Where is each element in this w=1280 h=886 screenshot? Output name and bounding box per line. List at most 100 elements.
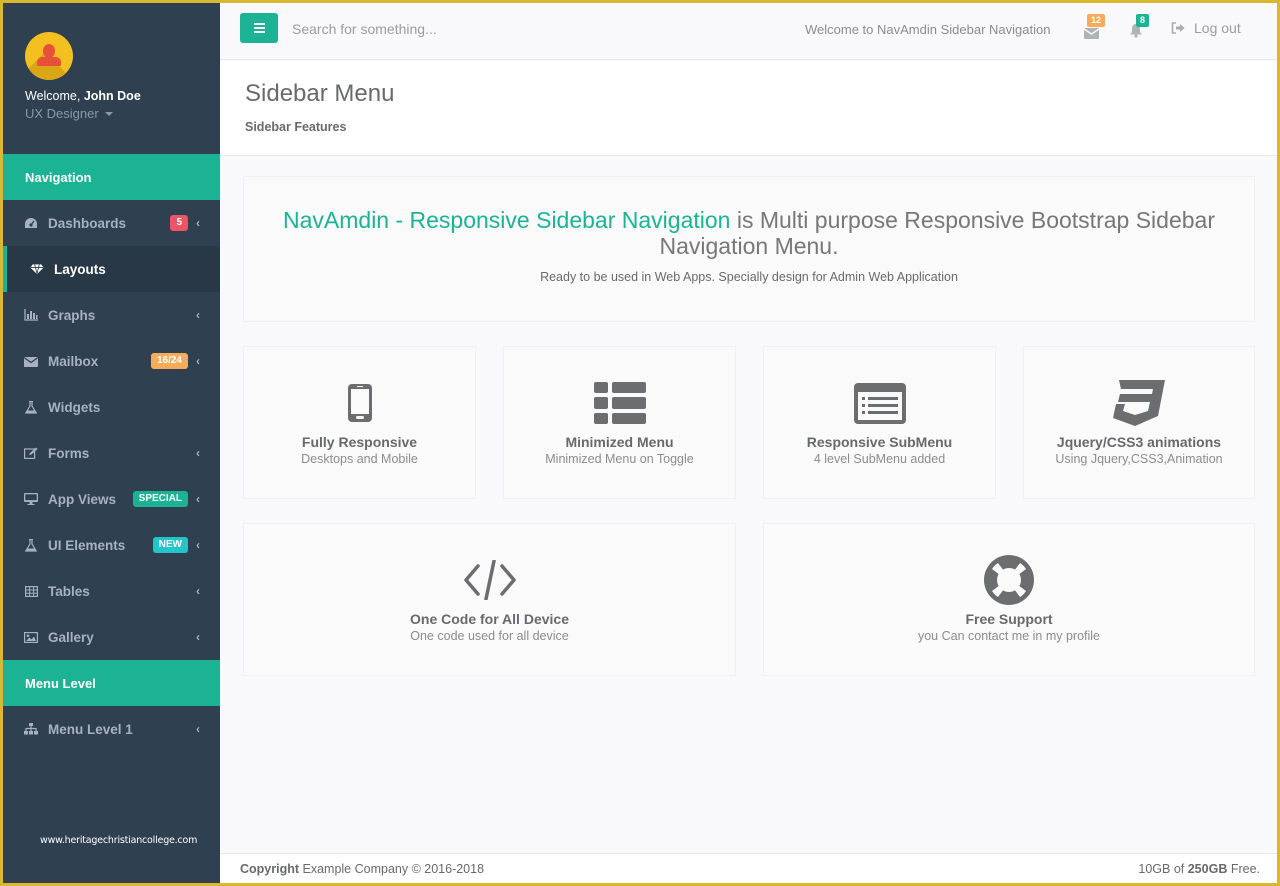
chevron-left-icon: ‹: [196, 446, 200, 460]
css3-icon: [1113, 380, 1165, 426]
feature-title: One Code for All Device: [410, 611, 569, 627]
sidebar-item-graphs[interactable]: Graphs ‹: [3, 292, 220, 338]
sidebar: Welcome, John Doe UX Designer Navigation…: [3, 3, 220, 883]
chevron-left-icon: ‹: [196, 354, 200, 368]
feature-desc: 4 level SubMenu added: [813, 452, 946, 466]
sidebar-item-badge: 5: [170, 215, 188, 231]
sidebar-section-header: Navigation: [3, 154, 220, 200]
messages-count-badge: 12: [1087, 14, 1106, 27]
bar-chart-icon: [24, 308, 38, 322]
sidebar-item-layouts[interactable]: Layouts: [3, 246, 220, 292]
sidebar-item-forms[interactable]: Forms ‹: [3, 430, 220, 476]
sidebar-item-mailbox[interactable]: Mailbox 16/24 ‹: [3, 338, 220, 384]
mobile-icon: [347, 384, 372, 422]
sitemap-icon: [24, 722, 38, 736]
search-input[interactable]: [292, 16, 592, 42]
th-list-icon: [593, 382, 646, 424]
flask-icon: [24, 400, 38, 414]
picture-icon: [24, 630, 38, 644]
envelope-icon: [24, 354, 38, 368]
profile-block: Welcome, John Doe UX Designer: [3, 3, 220, 154]
feature-card: One Code for All Device One code used fo…: [243, 523, 736, 676]
feature-desc: Desktops and Mobile: [301, 452, 418, 466]
sidebar-item-badge: 16/24: [150, 353, 188, 369]
feature-title: Responsive SubMenu: [806, 434, 953, 450]
life-ring-icon: [984, 555, 1034, 605]
chevron-left-icon: ‹: [196, 722, 200, 736]
avatar[interactable]: [25, 32, 73, 80]
topbar: Welcome to NavAmdin Sidebar Navigation 1…: [220, 3, 1277, 60]
desktop-icon: [24, 492, 38, 506]
notifications-count-badge: 8: [1136, 14, 1150, 27]
sidebar-item-label: Layouts: [54, 261, 106, 277]
sidebar-item-label: Tables: [48, 583, 90, 599]
sidebar-item-label: Graphs: [48, 307, 96, 323]
feature-card: Free Support you Can contact me in my pr…: [763, 523, 1255, 676]
profile-role-dropdown[interactable]: UX Designer: [25, 106, 220, 121]
watermark: www.heritagechristiancollege.com: [40, 835, 198, 846]
feature-desc: One code used for all device: [410, 629, 569, 643]
sidebar-item-label: UI Elements: [48, 537, 126, 553]
dashboard-icon: [24, 216, 38, 230]
edit-icon: [24, 446, 38, 460]
hero-title-accent: NavAmdin - Responsive Sidebar Navigation: [283, 207, 731, 233]
list-alt-icon: [853, 382, 906, 424]
diamond-icon: [30, 262, 44, 276]
profile-welcome: Welcome, John Doe: [25, 89, 141, 103]
caret-down-icon: [104, 111, 113, 116]
sidebar-item-label: Forms: [48, 445, 90, 461]
profile-role: UX Designer: [25, 106, 99, 121]
sidebar-item-menu-level-1[interactable]: Menu Level 1 ‹: [3, 706, 220, 752]
sidebar-item-label: Menu Level 1: [48, 721, 133, 737]
sidebar-item-dashboards[interactable]: Dashboards 5 ‹: [3, 200, 220, 246]
sidebar-menu: Navigation Dashboards 5 ‹ Layouts Graphs ‹ Mail…: [3, 154, 220, 752]
profile-name: John Doe: [83, 89, 141, 103]
chevron-left-icon: ‹: [196, 492, 200, 506]
logout-label: Log out: [1194, 20, 1241, 36]
chevron-left-icon: ‹: [196, 308, 200, 322]
hero-title: NavAmdin - Responsive Sidebar Navigation…: [244, 207, 1254, 259]
chevron-left-icon: ‹: [196, 630, 200, 644]
sidebar-item-app-views[interactable]: App Views SPECIAL ‹: [3, 476, 220, 522]
sidebar-item-label: Widgets: [48, 399, 101, 415]
app-frame: Welcome, John Doe UX Designer Navigation…: [3, 3, 1277, 883]
sidebar-item-badge: SPECIAL: [132, 491, 188, 507]
page-heading: Sidebar Menu Sidebar Features: [220, 61, 1277, 156]
feature-desc: Minimized Menu on Toggle: [545, 452, 694, 466]
code-icon: [463, 560, 516, 600]
hero-panel: NavAmdin - Responsive Sidebar Navigation…: [243, 176, 1255, 322]
logout-button[interactable]: Log out: [1171, 20, 1241, 36]
chevron-left-icon: ‹: [196, 216, 200, 230]
feature-card: Responsive SubMenu 4 level SubMenu added: [763, 346, 996, 499]
chevron-left-icon: ‹: [196, 584, 200, 598]
sidebar-item-ui-elements[interactable]: UI Elements NEW ‹: [3, 522, 220, 568]
sidebar-item-label: App Views: [48, 491, 117, 507]
flask-icon: [24, 538, 38, 552]
envelope-icon: [1083, 28, 1100, 39]
hero-description: Ready to be used in Web Apps. Specially …: [540, 270, 958, 284]
sidebar-section-header: Menu Level: [3, 660, 220, 706]
footer-storage: 10GB of 250GB Free.: [1138, 861, 1260, 876]
feature-desc: Using Jquery,CSS3,Animation: [1055, 452, 1223, 466]
sidebar-item-gallery[interactable]: Gallery ‹: [3, 614, 220, 660]
sidebar-item-label: Gallery: [48, 629, 94, 645]
top-welcome-text: Welcome to NavAmdin Sidebar Navigation: [805, 22, 1051, 37]
feature-card: Jquery/CSS3 animations Using Jquery,CSS3…: [1023, 346, 1255, 499]
feature-title: Minimized Menu: [565, 434, 674, 450]
menu-toggle-button[interactable]: [240, 13, 278, 43]
sidebar-item-badge: NEW: [152, 537, 188, 553]
sidebar-item-tables[interactable]: Tables ‹: [3, 568, 220, 614]
feature-title: Free Support: [965, 611, 1053, 627]
feature-title: Jquery/CSS3 animations: [1056, 434, 1222, 450]
sidebar-item-widgets[interactable]: Widgets: [3, 384, 220, 430]
feature-card: Fully Responsive Desktops and Mobile: [243, 346, 476, 499]
sign-out-icon: [1171, 22, 1185, 34]
footer: Copyright Example Company © 2016-2018 10…: [220, 853, 1277, 883]
feature-card: Minimized Menu Minimized Menu on Toggle: [503, 346, 736, 499]
chevron-left-icon: ‹: [196, 538, 200, 552]
table-icon: [24, 584, 38, 598]
sidebar-item-label: Dashboards: [48, 215, 127, 231]
hero-title-text: is Multi purpose Responsive Bootstrap Si…: [659, 207, 1215, 259]
feature-desc: you Can contact me in my profile: [917, 629, 1101, 643]
sidebar-item-label: Mailbox: [48, 353, 99, 369]
